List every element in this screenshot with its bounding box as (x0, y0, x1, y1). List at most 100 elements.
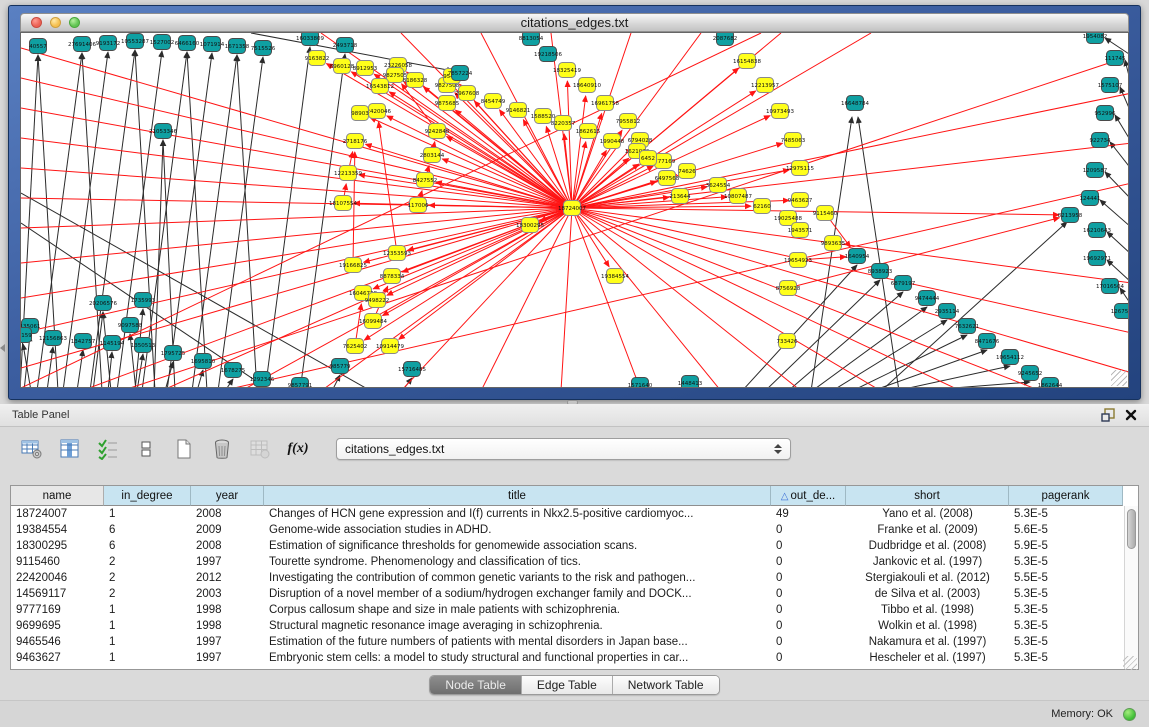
table-cell[interactable]: Yano et al. (2008) (846, 506, 1009, 522)
table-cell[interactable]: 1 (104, 634, 191, 650)
table-cell[interactable]: Dudbridge et al. (2008) (846, 538, 1009, 554)
table-cell[interactable]: 1997 (191, 634, 264, 650)
table-cell[interactable]: 18300295 (11, 538, 104, 554)
table-cell[interactable]: Stergiakouli et al. (2012) (846, 570, 1009, 586)
table-row[interactable]: 2242004622012Investigating the contribut… (11, 570, 1138, 586)
table-cell[interactable]: Changes of HCN gene expression and I(f) … (264, 506, 771, 522)
table-cell[interactable]: 5.6E-5 (1009, 522, 1123, 538)
row-selection-icon[interactable] (96, 437, 120, 461)
table-row[interactable]: 977716911998Corpus callosum shape and si… (11, 602, 1138, 618)
column-header-pagerank[interactable]: pagerank (1009, 486, 1123, 506)
table-cell[interactable]: 9699695 (11, 618, 104, 634)
table-cell[interactable]: Estimation of the future numbers of pati… (264, 634, 771, 650)
table-cell[interactable]: 2008 (191, 538, 264, 554)
table-cell[interactable]: 2 (104, 554, 191, 570)
table-cell[interactable]: 0 (771, 650, 846, 666)
table-cell[interactable]: Tibbo et al. (1998) (846, 602, 1009, 618)
table-cell[interactable]: 0 (771, 522, 846, 538)
table-settings-icon[interactable] (20, 437, 44, 461)
table-cell[interactable]: Hescheler et al. (1997) (846, 650, 1009, 666)
close-panel-icon[interactable] (1125, 409, 1137, 421)
tab-node-table[interactable]: Node Table (430, 676, 521, 694)
float-panel-icon[interactable] (1101, 408, 1115, 422)
table-cell[interactable]: 2 (104, 586, 191, 602)
table-row[interactable]: 969969511998Structural magnetic resonanc… (11, 618, 1138, 634)
table-cell[interactable]: 9777169 (11, 602, 104, 618)
citation-network-graph[interactable]: 1872400791638228960128891295323226058982… (21, 33, 1129, 388)
table-cell[interactable]: 0 (771, 554, 846, 570)
table-cell[interactable]: 0 (771, 602, 846, 618)
table-cell[interactable]: Investigating the contribution of common… (264, 570, 771, 586)
table-cell[interactable]: 5.3E-5 (1009, 602, 1123, 618)
table-cell[interactable]: 14569117 (11, 586, 104, 602)
table-cell[interactable]: 18724007 (11, 506, 104, 522)
table-cell[interactable]: 2 (104, 570, 191, 586)
table-cell[interactable]: 5.5E-5 (1009, 570, 1123, 586)
table-cell[interactable]: 0 (771, 586, 846, 602)
table-cell[interactable]: 22420046 (11, 570, 104, 586)
table-cell[interactable]: 2012 (191, 570, 264, 586)
left-panel-collapse-icon[interactable] (0, 344, 5, 352)
table-cell[interactable]: 1998 (191, 602, 264, 618)
column-header-out-de-[interactable]: △out_de... (771, 486, 846, 506)
table-cell[interactable]: Nakamura et al. (1997) (846, 634, 1009, 650)
table-cell[interactable]: Estimation of significance thresholds fo… (264, 538, 771, 554)
network-window[interactable]: citations_edges.txt 18724007916382289601… (8, 5, 1141, 400)
column-header-short[interactable]: short (846, 486, 1009, 506)
table-cell[interactable]: 2009 (191, 522, 264, 538)
table-cell[interactable]: de Silva et al. (2003) (846, 586, 1009, 602)
table-cell[interactable]: Disruption of a novel member of a sodium… (264, 586, 771, 602)
table-cell[interactable]: Tourette syndrome. Phenomenology and cla… (264, 554, 771, 570)
column-header-year[interactable]: year (191, 486, 264, 506)
table-cell[interactable]: 19384554 (11, 522, 104, 538)
table-cell[interactable]: 5.3E-5 (1009, 634, 1123, 650)
table-cell[interactable]: 9463627 (11, 650, 104, 666)
table-scrollbar[interactable] (1124, 506, 1138, 669)
table-cell[interactable]: 2008 (191, 506, 264, 522)
delete-icon[interactable] (210, 437, 234, 461)
table-cell[interactable]: 0 (771, 634, 846, 650)
new-table-icon[interactable] (172, 437, 196, 461)
table-cell[interactable]: Corpus callosum shape and size in male p… (264, 602, 771, 618)
table-row[interactable]: 946362711997Embryonic stem cells: a mode… (11, 650, 1138, 666)
table-cell[interactable]: 1 (104, 506, 191, 522)
tab-edge-table[interactable]: Edge Table (521, 676, 612, 694)
table-cell[interactable]: 5.3E-5 (1009, 618, 1123, 634)
table-cell[interactable]: 1 (104, 602, 191, 618)
memory-status-indicator[interactable] (1123, 708, 1136, 721)
table-cell[interactable]: 5.3E-5 (1009, 506, 1123, 522)
table-row[interactable]: 1456911722003Disruption of a novel membe… (11, 586, 1138, 602)
stacked-rows-icon[interactable] (134, 437, 158, 461)
column-header-title[interactable]: title (264, 486, 771, 506)
table-cell[interactable]: 6 (104, 538, 191, 554)
table-cell[interactable]: 1 (104, 618, 191, 634)
table-resize-grip[interactable] (1123, 656, 1137, 670)
table-cell[interactable]: 0 (771, 618, 846, 634)
table-cell[interactable]: 0 (771, 538, 846, 554)
table-cell[interactable]: 49 (771, 506, 846, 522)
table-cell[interactable]: Genome-wide association studies in ADHD. (264, 522, 771, 538)
show-columns-icon[interactable] (58, 437, 82, 461)
table-cell[interactable]: 9465546 (11, 634, 104, 650)
table-cell[interactable]: 2003 (191, 586, 264, 602)
function-builder-icon[interactable]: f(x) (286, 437, 310, 461)
table-row[interactable]: 911546021997Tourette syndrome. Phenomeno… (11, 554, 1138, 570)
scrollbar-thumb[interactable] (1127, 509, 1136, 549)
table-cell[interactable]: Wolkin et al. (1998) (846, 618, 1009, 634)
table-cell[interactable]: Structural magnetic resonance image aver… (264, 618, 771, 634)
table-row[interactable]: 1830029562008Estimation of significance … (11, 538, 1138, 554)
table-cell[interactable]: 5.3E-5 (1009, 586, 1123, 602)
table-cell[interactable]: 5.3E-5 (1009, 554, 1123, 570)
table-cell[interactable]: Jankovic et al. (1997) (846, 554, 1009, 570)
table-cell[interactable]: 0 (771, 570, 846, 586)
maximize-window-button[interactable] (69, 17, 80, 28)
table-cell[interactable]: 5.9E-5 (1009, 538, 1123, 554)
table-cell[interactable]: 1997 (191, 554, 264, 570)
table-cell[interactable]: Embryonic stem cells: a model to study s… (264, 650, 771, 666)
table-cell[interactable]: 6 (104, 522, 191, 538)
table-row[interactable]: 946554611997Estimation of the future num… (11, 634, 1138, 650)
network-canvas[interactable]: 1872400791638228960128891295323226058982… (20, 32, 1129, 388)
table-cell[interactable]: Franke et al. (2009) (846, 522, 1009, 538)
table-cell[interactable]: 1997 (191, 650, 264, 666)
table-row[interactable]: 1872400712008Changes of HCN gene express… (11, 506, 1138, 522)
